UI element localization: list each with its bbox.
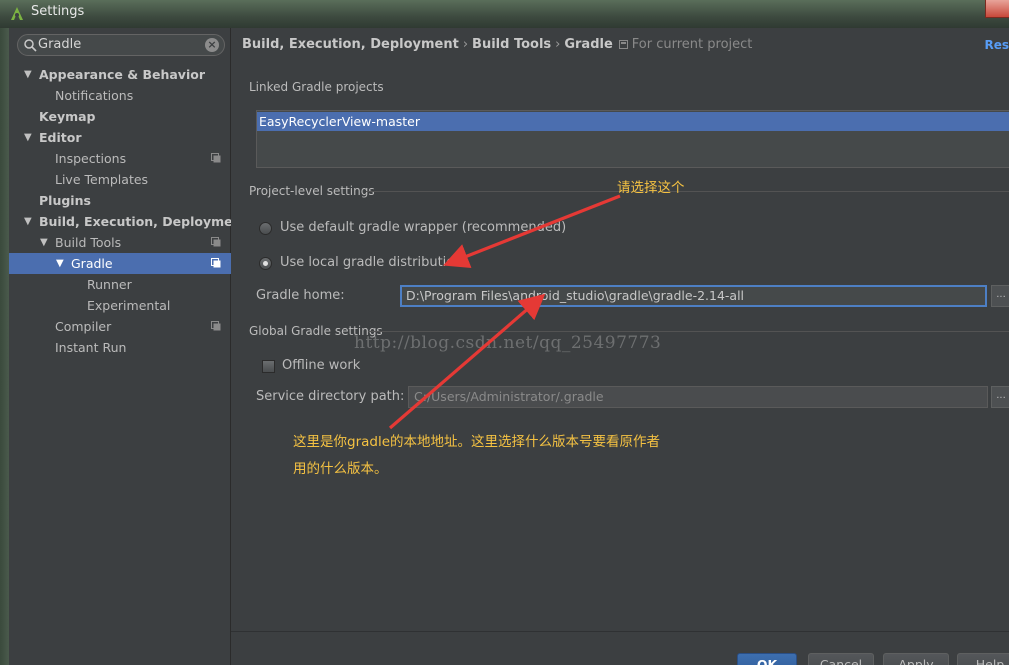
sidebar-item-build-execution-deployment[interactable]: ▼ Build, Execution, Deployment (9, 211, 247, 232)
sidebar-item-live-templates[interactable]: Live Templates (9, 169, 231, 190)
project-settings-icon (211, 258, 221, 268)
window-title: Settings (31, 4, 85, 19)
service-directory-label: Service directory path: (256, 389, 405, 404)
search-icon (24, 39, 37, 52)
sidebar-item-runner[interactable]: Runner (9, 274, 231, 295)
sidebar-item-label: Appearance & Behavior (39, 67, 205, 82)
sidebar-item-label: Runner (87, 277, 132, 292)
sidebar-item-build-tools[interactable]: ▼ Build Tools (9, 232, 231, 253)
settings-tree: ▼ Appearance & Behavior Notifications Keyma… (9, 64, 247, 358)
breadcrumb-scope: For current project (631, 37, 753, 52)
sidebar-item-label: Plugins (39, 193, 91, 208)
gradle-home-label: Gradle home: (256, 288, 345, 303)
sidebar-item-label: Keymap (39, 109, 96, 124)
breadcrumb-item: Gradle (564, 37, 613, 52)
offline-work-checkbox[interactable] (262, 360, 275, 373)
breadcrumb-item: Build Tools (472, 37, 552, 52)
annotation-choose-this: 请选择这个 (617, 180, 685, 196)
project-settings-icon (211, 153, 221, 163)
breadcrumb: Build, Execution, Deployment › Build Tools… (242, 37, 752, 52)
settings-search-field[interactable]: Gradle × (17, 34, 225, 56)
project-scope-icon (618, 40, 628, 49)
apply-button[interactable]: Apply (883, 653, 949, 665)
sidebar-item-label: Build Tools (55, 235, 122, 250)
expand-arrow-icon[interactable]: ▼ (24, 64, 32, 85)
local-distribution-label[interactable]: Use local gradle distribution (280, 255, 462, 270)
dialog-button-bar: OK Cancel Apply Help (231, 631, 1009, 665)
expand-arrow-icon[interactable]: ▼ (56, 253, 64, 274)
sidebar-item-keymap[interactable]: Keymap (9, 106, 231, 127)
sidebar-item-label: Instant Run (55, 340, 127, 355)
sidebar-item-notifications[interactable]: Notifications (9, 85, 231, 106)
sidebar-item-gradle[interactable]: ▼ Gradle (9, 253, 231, 274)
expand-arrow-icon[interactable]: ▼ (40, 232, 48, 253)
sidebar-item-experimental[interactable]: Experimental (9, 295, 231, 316)
annotation-explain-line2: 用的什么版本。 (293, 461, 388, 477)
sidebar-item-instant-run[interactable]: Instant Run (9, 337, 231, 358)
offline-work-label[interactable]: Offline work (282, 358, 360, 373)
breadcrumb-item: Build, Execution, Deployment (242, 37, 459, 52)
annotation-explain-line1: 这里是你gradle的本地地址。这里选择什么版本号要看原作者 (293, 434, 661, 450)
sidebar-item-label: Inspections (55, 151, 127, 166)
expand-arrow-icon[interactable]: ▼ (24, 211, 32, 232)
sidebar-item-plugins[interactable]: Plugins (9, 190, 231, 211)
cancel-button[interactable]: Cancel (808, 653, 874, 665)
window-frame (0, 28, 9, 665)
section-divider (368, 331, 1009, 332)
reset-link[interactable]: Res (984, 38, 1009, 52)
linked-project-item[interactable]: EasyRecyclerView-master (257, 112, 1009, 131)
default-wrapper-label[interactable]: Use default gradle wrapper (recommended) (280, 220, 566, 235)
project-settings-icon (211, 321, 221, 331)
blog-watermark: http://blog.csdn.net/qq_25497773 (354, 333, 662, 353)
service-directory-browse-button[interactable]: ... (991, 386, 1009, 408)
clear-search-icon[interactable]: × (205, 38, 219, 52)
help-button[interactable]: Help (957, 653, 1009, 665)
linked-projects-title: Linked Gradle projects (249, 80, 384, 94)
settings-main-panel: Build, Execution, Deployment › Build Tools… (231, 28, 1009, 631)
linked-projects-list[interactable]: EasyRecyclerView-master (256, 110, 1009, 168)
sidebar-item-label: Live Templates (55, 172, 149, 187)
settings-sidebar: Gradle × ▼ Appearance & Behavior Notificat… (9, 28, 247, 665)
sidebar-item-label: Build, Execution, Deployment (39, 214, 248, 229)
ok-button[interactable]: OK (737, 653, 797, 665)
section-divider (366, 191, 1009, 192)
sidebar-item-label: Notifications (55, 88, 134, 103)
breadcrumb-separator: › (555, 37, 561, 52)
project-level-settings-title: Project-level settings (249, 184, 375, 198)
window-close-button[interactable] (985, 0, 1009, 18)
sidebar-item-label: Gradle (71, 256, 113, 271)
sidebar-item-editor[interactable]: ▼ Editor (9, 127, 231, 148)
gradle-home-browse-button[interactable]: ... (991, 285, 1009, 307)
local-distribution-radio[interactable] (259, 257, 272, 270)
sidebar-item-appearance-behavior[interactable]: ▼ Appearance & Behavior (9, 64, 231, 85)
sidebar-item-label: Experimental (87, 298, 171, 313)
sidebar-item-label: Compiler (55, 319, 112, 334)
sidebar-item-compiler[interactable]: Compiler (9, 316, 231, 337)
gradle-home-input[interactable]: D:\Program Files\android_studio\gradle\g… (400, 285, 987, 307)
android-studio-icon (11, 7, 23, 20)
search-input[interactable]: Gradle (38, 37, 81, 52)
breadcrumb-separator: › (462, 37, 469, 52)
expand-arrow-icon[interactable]: ▼ (24, 127, 32, 148)
sidebar-item-inspections[interactable]: Inspections (9, 148, 231, 169)
window-title-bar: Settings (0, 0, 1009, 28)
service-directory-input[interactable]: C:/Users/Administrator/.gradle (408, 386, 988, 408)
default-wrapper-radio[interactable] (259, 222, 272, 235)
project-settings-icon (211, 237, 221, 247)
sidebar-item-label: Editor (39, 130, 82, 145)
